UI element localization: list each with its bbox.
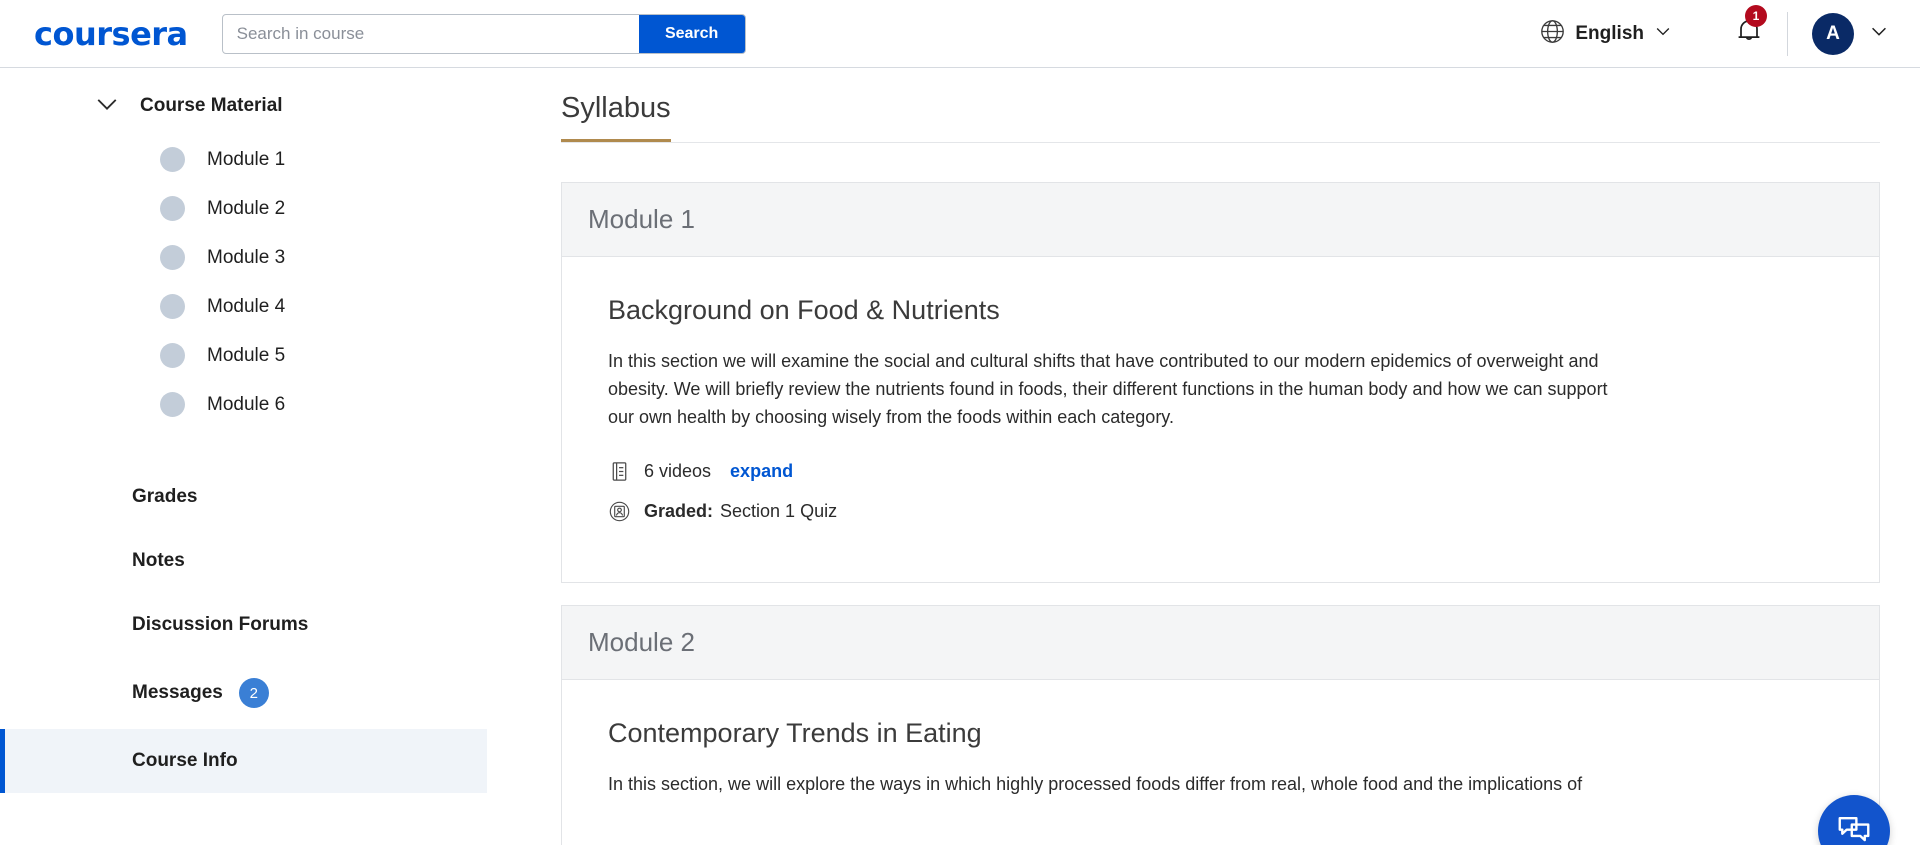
module-status-dot xyxy=(160,294,185,319)
page-body: Course Material Module 1 Module 2 Module… xyxy=(0,68,1920,845)
language-label: English xyxy=(1575,23,1644,45)
sidebar-nav-label: Discussion Forums xyxy=(132,614,308,636)
document-list-icon xyxy=(608,460,631,483)
section-title: Background on Food & Nutrients xyxy=(608,295,1835,326)
sidebar-nav-label: Messages xyxy=(132,682,223,704)
bell-icon xyxy=(1733,34,1765,51)
sidebar-item-module-4[interactable]: Module 4 xyxy=(0,282,487,331)
section-description: In this section we will examine the soci… xyxy=(608,348,1608,432)
sidebar-module-label: Module 2 xyxy=(207,198,285,220)
sidebar-module-label: Module 1 xyxy=(207,149,285,171)
expand-link[interactable]: expand xyxy=(730,461,793,482)
sidebar-item-discussion-forums[interactable]: Discussion Forums xyxy=(0,593,487,657)
sidebar-module-label: Module 4 xyxy=(207,296,285,318)
main-content: Syllabus Module 1 Background on Food & N… xyxy=(487,68,1920,845)
sidebar-item-module-6[interactable]: Module 6 xyxy=(0,380,487,429)
avatar: A xyxy=(1812,13,1854,55)
module-card-header: Module 2 xyxy=(562,606,1879,680)
sidebar-nav-label: Course Info xyxy=(132,750,238,772)
sidebar-item-notes[interactable]: Notes xyxy=(0,529,487,593)
content-tabbar: Syllabus xyxy=(561,68,1880,143)
notification-count-badge: 1 xyxy=(1745,5,1767,27)
tab-syllabus[interactable]: Syllabus xyxy=(561,92,671,142)
search-input[interactable] xyxy=(223,15,639,53)
module-status-dot xyxy=(160,392,185,417)
module-status-dot xyxy=(160,245,185,270)
course-search: Search xyxy=(222,14,746,54)
sidebar-nav-label: Grades xyxy=(132,486,197,508)
globe-icon xyxy=(1539,18,1566,50)
header-right-cluster: English 1 A xyxy=(1539,12,1890,56)
module-status-dot xyxy=(160,343,185,368)
notifications-button[interactable]: 1 xyxy=(1733,15,1765,52)
module-card-header: Module 1 xyxy=(562,183,1879,257)
module-card: Module 1 Background on Food & Nutrients … xyxy=(561,182,1880,583)
module-card-body: Contemporary Trends in Eating In this se… xyxy=(562,680,1879,845)
syllabus-modules-list: Module 1 Background on Food & Nutrients … xyxy=(561,182,1880,845)
header-divider xyxy=(1787,12,1788,56)
sidebar-module-label: Module 3 xyxy=(207,247,285,269)
sidebar-item-grades[interactable]: Grades xyxy=(0,465,487,529)
app-header: coursera Search English xyxy=(0,0,1920,68)
module-status-dot xyxy=(160,147,185,172)
graded-assignment-icon xyxy=(608,500,631,523)
sidebar-item-module-1[interactable]: Module 1 xyxy=(0,135,487,184)
graded-meta-row: Graded: Section 1 Quiz xyxy=(608,500,1835,523)
sidebar-module-label: Module 5 xyxy=(207,345,285,367)
section-title: Contemporary Trends in Eating xyxy=(608,718,1835,749)
chevron-down-icon xyxy=(1868,20,1890,47)
sidebar-module-label: Module 6 xyxy=(207,394,285,416)
language-selector[interactable]: English xyxy=(1539,18,1673,50)
account-menu[interactable]: A xyxy=(1812,13,1890,55)
section-description: In this section, we will explore the way… xyxy=(608,771,1608,799)
chevron-down-icon xyxy=(92,88,122,123)
course-material-label: Course Material xyxy=(140,95,283,117)
sidebar-item-module-2[interactable]: Module 2 xyxy=(0,184,487,233)
module-card-title: Module 2 xyxy=(588,627,695,657)
videos-count-label: 6 videos xyxy=(644,461,711,482)
sidebar-item-course-info[interactable]: Course Info xyxy=(0,729,487,793)
graded-value: Section 1 Quiz xyxy=(720,501,837,522)
module-status-dot xyxy=(160,196,185,221)
graded-label: Graded: xyxy=(644,501,713,522)
course-sidebar: Course Material Module 1 Module 2 Module… xyxy=(0,68,487,845)
search-button[interactable]: Search xyxy=(639,15,745,53)
module-card-title: Module 1 xyxy=(588,204,695,234)
chat-bubbles-icon xyxy=(1835,810,1873,845)
sidebar-section-course-material[interactable]: Course Material xyxy=(0,76,487,135)
sidebar-item-module-3[interactable]: Module 3 xyxy=(0,233,487,282)
videos-meta-row: 6 videos expand xyxy=(608,460,1835,483)
sidebar-item-module-5[interactable]: Module 5 xyxy=(0,331,487,380)
sidebar-nav-label: Notes xyxy=(132,550,185,572)
chevron-down-icon xyxy=(1653,21,1673,46)
module-card-body: Background on Food & Nutrients In this s… xyxy=(562,257,1879,582)
coursera-logo[interactable]: coursera xyxy=(34,18,188,50)
sidebar-item-messages[interactable]: Messages 2 xyxy=(0,657,487,729)
messages-count-badge: 2 xyxy=(239,678,269,708)
module-card: Module 2 Contemporary Trends in Eating I… xyxy=(561,605,1880,845)
